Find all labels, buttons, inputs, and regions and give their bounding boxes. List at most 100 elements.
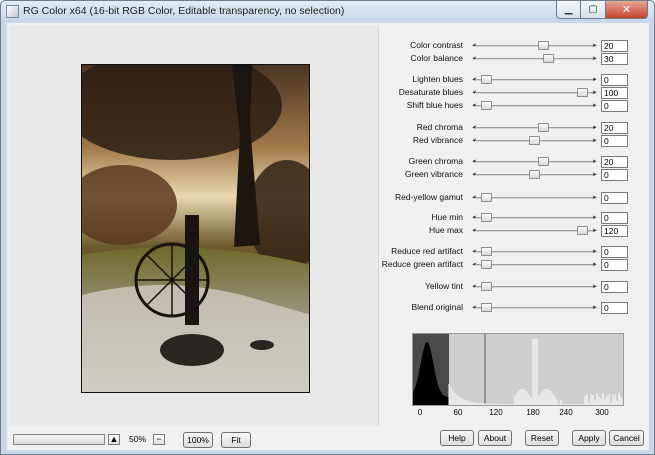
reset-button[interactable]: Reset <box>525 430 559 446</box>
slider-label: Color balance <box>410 53 463 63</box>
slider-row: Color balance ◄ ► 30 <box>379 53 649 65</box>
slider-track[interactable] <box>475 127 593 129</box>
slider-track[interactable] <box>475 264 593 266</box>
slider-value-input[interactable]: 0 <box>601 192 628 204</box>
slider-thumb[interactable] <box>481 247 492 256</box>
slider-row: Red chroma ◄ ► 20 <box>379 122 649 134</box>
slider-thumb[interactable] <box>577 88 588 97</box>
slider-label: Red chroma <box>416 122 463 132</box>
slider-thumb[interactable] <box>481 101 492 110</box>
slider-track[interactable] <box>475 161 593 163</box>
slider-value-input[interactable]: 0 <box>601 281 628 293</box>
about-button[interactable]: About <box>478 430 512 446</box>
preview-image[interactable] <box>81 64 310 393</box>
slider-track[interactable] <box>475 307 593 309</box>
slider-thumb[interactable] <box>481 75 492 84</box>
slider-value-input[interactable]: 0 <box>601 246 628 258</box>
arrow-right-icon[interactable]: ► <box>592 136 598 146</box>
slider-value-input[interactable]: 0 <box>601 135 628 147</box>
histogram-tick-label: 0 <box>417 408 423 417</box>
slider-track[interactable] <box>475 79 593 81</box>
arrow-right-icon[interactable]: ► <box>592 41 598 51</box>
arrow-right-icon[interactable]: ► <box>592 101 598 111</box>
slider-value-input[interactable]: 0 <box>601 169 628 181</box>
slider-track[interactable] <box>475 92 593 94</box>
slider-label: Green vibrance <box>404 169 463 179</box>
arrow-right-icon[interactable]: ► <box>592 226 598 236</box>
slider-value-input[interactable]: 100 <box>601 87 628 99</box>
slider-value-input[interactable]: 120 <box>601 225 628 237</box>
zoom-slider[interactable] <box>13 434 105 445</box>
slider-label: Reduce red artifact <box>391 246 463 256</box>
arrow-right-icon[interactable]: ► <box>592 247 598 257</box>
histogram-tick-label: 180 <box>526 408 540 417</box>
arrow-right-icon[interactable]: ► <box>592 170 598 180</box>
plugin-window: RG Color x64 (16-bit RGB Color, Editable… <box>0 0 655 455</box>
slider-thumb[interactable] <box>577 226 588 235</box>
arrow-right-icon[interactable]: ► <box>592 260 598 270</box>
slider-value-input[interactable]: 0 <box>601 100 628 112</box>
slider-track[interactable] <box>475 217 593 219</box>
slider-value-input[interactable]: 20 <box>601 156 628 168</box>
triangle-up-icon: ▲ <box>109 434 119 444</box>
slider-track[interactable] <box>475 286 593 288</box>
slider-thumb[interactable] <box>529 170 540 179</box>
arrow-right-icon[interactable]: ► <box>592 213 598 223</box>
zoom-out-button[interactable]: − <box>153 434 165 445</box>
slider-track[interactable] <box>475 251 593 253</box>
arrow-right-icon[interactable]: ► <box>592 193 598 203</box>
zoom-100-button[interactable]: 100% <box>183 432 213 448</box>
help-button[interactable]: Help <box>440 430 474 446</box>
arrow-right-icon[interactable]: ► <box>592 54 598 64</box>
slider-value-input[interactable]: 0 <box>601 259 628 271</box>
minimize-button[interactable]: ▁ <box>556 1 581 19</box>
slider-track[interactable] <box>475 197 593 199</box>
histogram <box>412 333 624 406</box>
slider-thumb[interactable] <box>538 123 549 132</box>
slider-label: Yellow tint <box>425 281 463 291</box>
slider-track[interactable] <box>475 230 593 232</box>
arrow-right-icon[interactable]: ► <box>592 303 598 313</box>
slider-value-input[interactable]: 20 <box>601 122 628 134</box>
slider-thumb[interactable] <box>543 54 554 63</box>
arrow-right-icon[interactable]: ► <box>592 75 598 85</box>
app-icon <box>6 5 19 18</box>
arrow-right-icon[interactable]: ► <box>592 88 598 98</box>
close-button[interactable]: ✕ <box>606 1 648 19</box>
slider-value-input[interactable]: 0 <box>601 212 628 224</box>
slider-thumb[interactable] <box>481 260 492 269</box>
slider-thumb[interactable] <box>481 213 492 222</box>
slider-label: Hue min <box>431 212 463 222</box>
histogram-tick-label: 120 <box>489 408 503 417</box>
slider-thumb[interactable] <box>481 282 492 291</box>
title-bar[interactable]: RG Color x64 (16-bit RGB Color, Editable… <box>1 1 654 22</box>
slider-row: Green chroma ◄ ► 20 <box>379 156 649 168</box>
slider-track[interactable] <box>475 58 593 60</box>
slider-thumb[interactable] <box>481 193 492 202</box>
slider-thumb[interactable] <box>538 157 549 166</box>
slider-thumb[interactable] <box>538 41 549 50</box>
slider-value-input[interactable]: 20 <box>601 40 628 52</box>
cancel-button[interactable]: Cancel <box>609 430 644 446</box>
slider-thumb[interactable] <box>481 303 492 312</box>
slider-value-input[interactable]: 0 <box>601 74 628 86</box>
slider-value-input[interactable]: 30 <box>601 53 628 65</box>
slider-track[interactable] <box>475 45 593 47</box>
arrow-right-icon[interactable]: ► <box>592 282 598 292</box>
slider-row: Green vibrance ◄ ► 0 <box>379 169 649 181</box>
arrow-right-icon[interactable]: ► <box>592 157 598 167</box>
slider-row: Yellow tint ◄ ► 0 <box>379 281 649 293</box>
maximize-button[interactable]: ▢ <box>581 1 606 19</box>
zoom-in-button[interactable]: ▲ <box>108 434 120 445</box>
apply-button[interactable]: Apply <box>572 430 606 446</box>
zoom-fit-button[interactable]: Fit <box>221 432 251 448</box>
slider-thumb[interactable] <box>529 136 540 145</box>
maximize-icon: ▢ <box>588 4 598 15</box>
slider-value-input[interactable]: 0 <box>601 302 628 314</box>
arrow-right-icon[interactable]: ► <box>592 123 598 133</box>
slider-label: Blend original <box>411 302 463 312</box>
slider-row: Blend original ◄ ► 0 <box>379 302 649 314</box>
histogram-graphic <box>413 334 623 405</box>
slider-row: Hue max ◄ ► 120 <box>379 225 649 237</box>
slider-track[interactable] <box>475 105 593 107</box>
